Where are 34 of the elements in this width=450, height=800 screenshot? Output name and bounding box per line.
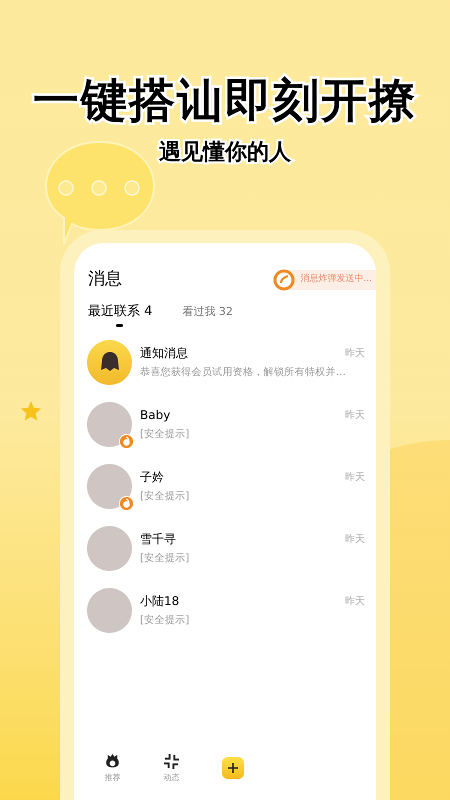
star-icon [20, 400, 42, 422]
contact-name: 子妗 [140, 469, 164, 486]
conversation-row[interactable]: 子妗 昨天 [安全提示] [74, 455, 376, 517]
contact-name: 通知消息 [140, 345, 188, 362]
message-preview: 恭喜您获得会员试用资格，解锁所有特权并... [140, 366, 348, 380]
avatar-photo-placeholder [87, 464, 132, 508]
message-time: 昨天 [345, 346, 365, 360]
message-time: 昨天 [345, 408, 365, 422]
conversation-row[interactable]: Baby 昨天 [安全提示] [74, 393, 376, 455]
plus-icon [227, 762, 239, 774]
message-preview: [安全提示] [140, 614, 191, 628]
contact-name: Baby [140, 407, 170, 424]
screen-title: 消息 [88, 268, 122, 292]
add-button[interactable] [222, 757, 244, 779]
message-time: 昨天 [345, 594, 365, 608]
pinwheel-icon [163, 753, 180, 770]
conversation-row[interactable]: 通知消息 昨天 恭喜您获得会员试用资格，解锁所有特权并... [74, 331, 376, 393]
headline: 一键搭讪即刻开撩 [33, 72, 417, 128]
message-time: 昨天 [345, 532, 365, 546]
avatar-photo-placeholder [87, 526, 132, 570]
bomb-status-text: 消息炸弹发送中... [300, 273, 372, 286]
conversation-row[interactable]: 雪千寻 昨天 [安全提示] [74, 517, 376, 579]
message-tab[interactable]: 看过我 32 [182, 303, 233, 328]
avatar-photo-placeholder [87, 588, 132, 632]
message-preview: [安全提示] [140, 490, 191, 504]
message-time: 昨天 [345, 470, 365, 484]
contact-name: 小陆18 [140, 593, 180, 610]
subtitle: 遇见懂你的人 [159, 139, 291, 167]
message-tab[interactable]: 最近联系 4 [88, 303, 152, 328]
avatar-photo-placeholder [87, 402, 132, 446]
contact-name: 雪千寻 [140, 531, 176, 548]
conversation-row[interactable]: 小陆18 昨天 [安全提示] [74, 579, 376, 641]
message-preview: [安全提示] [140, 428, 191, 442]
message-preview: [安全提示] [140, 552, 191, 566]
